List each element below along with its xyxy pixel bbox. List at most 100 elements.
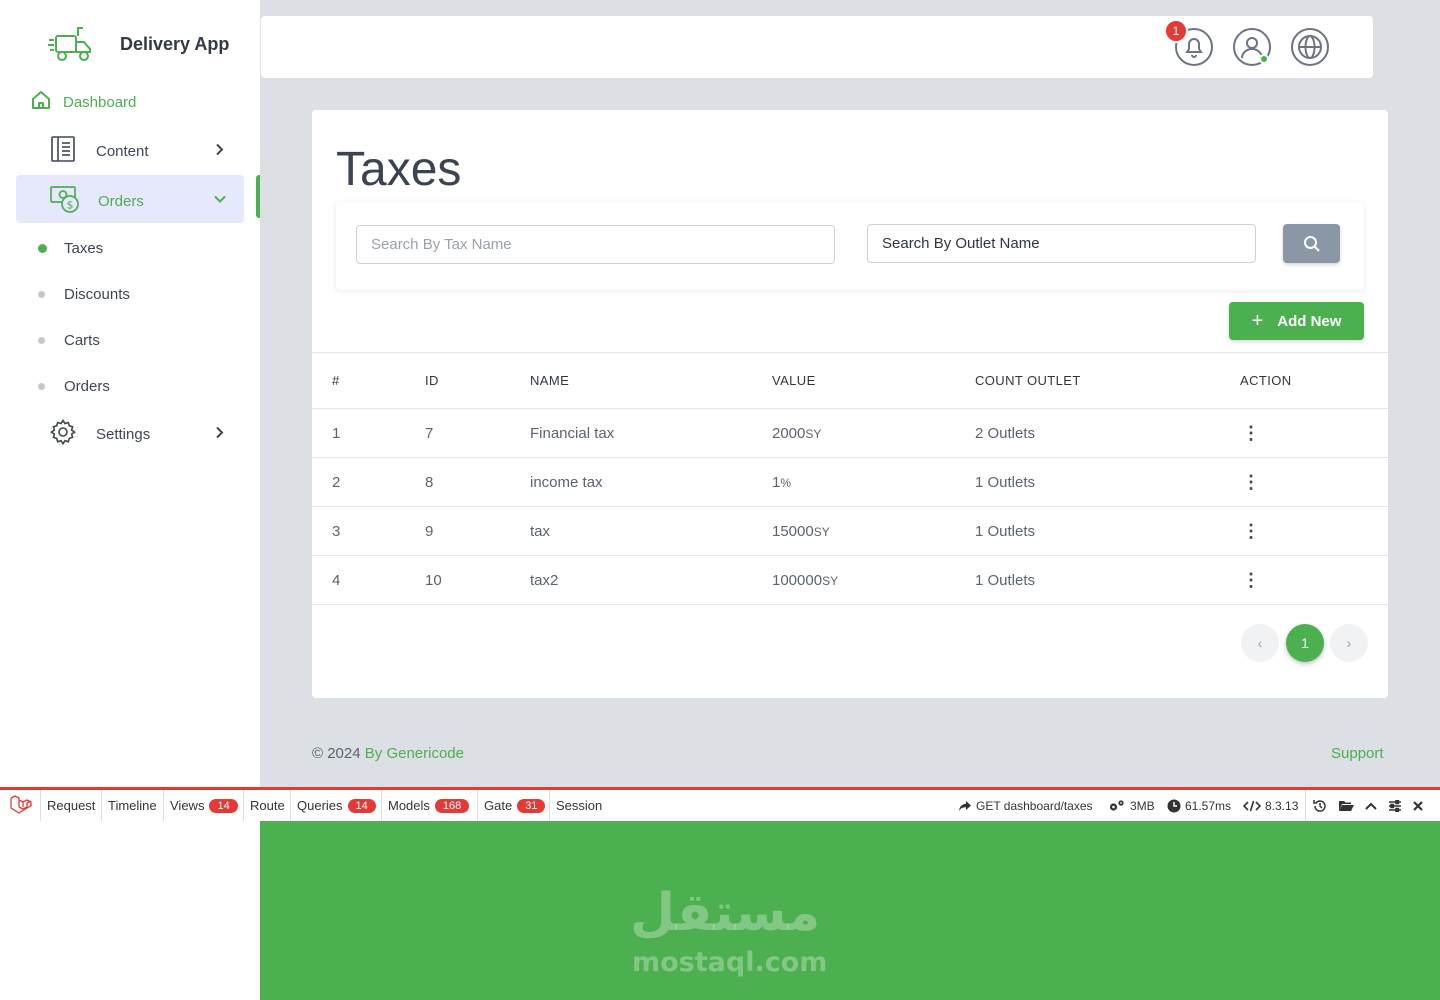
main-area: 1 Taxes Search By Tax Name Search By Out… [260, 0, 1440, 787]
pagination-page-button[interactable]: 1 [1286, 624, 1324, 662]
sidebar-item-content[interactable]: Content [50, 136, 230, 166]
document-icon [50, 136, 76, 166]
cell-name: income tax [530, 457, 772, 507]
cell-value: 1% [772, 457, 975, 507]
history-icon[interactable] [1312, 799, 1328, 813]
add-new-button[interactable]: + Add New [1229, 302, 1364, 340]
debug-tab-label: Session [556, 798, 603, 813]
sidebar-subitem-carts[interactable]: Carts [38, 332, 100, 349]
sidebar-subitem-label: Orders [64, 378, 110, 395]
sidebar-subitem-orders[interactable]: Orders [38, 378, 110, 395]
value-unit: SY [822, 573, 839, 588]
bottom-blank-area [0, 821, 260, 1000]
footer-copyright: © 2024 By Genericode [312, 745, 464, 762]
debug-php-text: 8.3.13 [1265, 798, 1299, 813]
cell-count-outlet: 2 Outlets [975, 408, 1240, 458]
sidebar: Delivery App Dashboard Content $ Orders … [0, 0, 261, 787]
code-icon [1243, 800, 1261, 811]
online-status-dot [1259, 54, 1269, 64]
debug-tab-queries[interactable]: Queries 14 [290, 790, 382, 821]
sidebar-item-label: Content [96, 142, 149, 160]
bullet-icon [38, 244, 47, 253]
search-filters [336, 202, 1364, 290]
table-header: # ID NAME VALUE COUNT OUTLET ACTION [312, 352, 1388, 409]
pagination-next-button[interactable]: › [1330, 624, 1368, 662]
cell-action: ⋮ [1240, 506, 1388, 556]
chevron-right-icon [214, 426, 224, 443]
debug-count-badge: 14 [347, 798, 376, 813]
debug-tab-gate[interactable]: Gate 31 [477, 790, 551, 821]
debug-count-badge: 31 [517, 798, 546, 813]
cell-index: 2 [312, 457, 425, 507]
chevron-up-icon[interactable] [1364, 800, 1378, 812]
author-link[interactable]: By Genericode [365, 745, 464, 762]
folder-open-icon[interactable] [1338, 799, 1354, 813]
value-unit: SY [805, 426, 822, 441]
brand-title: Delivery App [120, 34, 230, 54]
debug-tab-label: Route [250, 798, 285, 813]
more-vertical-icon[interactable]: ⋮ [1242, 522, 1260, 540]
sidebar-subitem-taxes[interactable]: Taxes [38, 240, 103, 257]
value-number: 100000 [772, 571, 823, 589]
watermark-arabic: مستقل [630, 883, 821, 943]
cell-count-outlet: 1 Outlets [975, 457, 1240, 507]
debug-tab-label: Views [170, 798, 205, 813]
support-link[interactable]: Support [1331, 745, 1384, 762]
debug-tab-timeline[interactable]: Timeline [101, 790, 163, 821]
value-unit: % [780, 475, 792, 490]
search-button[interactable] [1283, 224, 1340, 263]
cell-action: ⋮ [1240, 555, 1388, 605]
chevron-down-icon [214, 191, 226, 208]
sidebar-item-orders[interactable]: $ Orders [16, 175, 244, 223]
close-icon[interactable] [1412, 800, 1424, 812]
debug-tab-session[interactable]: Session [549, 790, 608, 821]
search-outlet-name-input[interactable] [867, 224, 1256, 263]
value-number: 15000 [772, 522, 814, 540]
more-vertical-icon[interactable]: ⋮ [1242, 571, 1260, 589]
column-header: VALUE [772, 352, 975, 409]
debug-tab-request[interactable]: Request [40, 790, 101, 821]
globe-icon [1291, 28, 1329, 66]
debug-tab-views[interactable]: Views 14 [163, 790, 244, 821]
sidebar-item-dashboard[interactable]: Dashboard [31, 90, 136, 114]
column-header: NAME [530, 352, 772, 409]
table-row: 3 9 tax 15000SY 1 Outlets ⋮ [312, 506, 1388, 556]
column-header: # [312, 352, 425, 409]
table-row: 1 7 Financial tax 2000SY 2 Outlets ⋮ [312, 408, 1388, 458]
notifications-button[interactable]: 1 [1164, 19, 1214, 67]
money-icon: $ [50, 184, 80, 218]
sidebar-item-settings[interactable]: Settings [49, 419, 230, 449]
bullet-icon [38, 383, 45, 390]
brand[interactable]: Delivery App [48, 22, 229, 69]
more-vertical-icon[interactable]: ⋮ [1242, 473, 1260, 491]
cell-id: 8 [425, 457, 530, 507]
pagination-prev-button[interactable]: ‹ [1241, 624, 1279, 662]
gear-icon [49, 419, 77, 449]
user-profile-button[interactable] [1232, 27, 1272, 67]
debug-count-badge: 168 [434, 798, 470, 813]
search-tax-name-input[interactable] [356, 225, 835, 264]
taxes-table: # ID NAME VALUE COUNT OUTLET ACTION 1 7 … [312, 352, 1388, 605]
laravel-logo-icon[interactable] [10, 795, 32, 818]
value-number: 2000 [772, 424, 806, 442]
more-vertical-icon[interactable]: ⋮ [1242, 424, 1260, 442]
language-button[interactable] [1290, 27, 1330, 67]
bullet-icon [38, 337, 45, 344]
sidebar-item-label: Settings [96, 425, 151, 443]
share-icon [959, 800, 971, 811]
cell-index: 1 [312, 408, 425, 458]
home-icon [31, 90, 51, 114]
watermark-latin: mostaql.com [632, 947, 828, 978]
sidebar-subitem-discounts[interactable]: Discounts [38, 286, 130, 303]
debug-tab-models[interactable]: Models 168 [381, 790, 475, 821]
add-new-label: Add New [1277, 312, 1342, 330]
cell-index: 3 [312, 506, 425, 556]
table-row: 2 8 income tax 1% 1 Outlets ⋮ [312, 457, 1388, 507]
debug-php-info: 8.3.13 [1243, 790, 1298, 821]
sliders-icon[interactable] [1388, 799, 1402, 812]
debug-memory-text: 3MB [1130, 798, 1155, 813]
search-icon [1303, 235, 1320, 252]
sidebar-subitem-label: Taxes [64, 240, 104, 257]
debug-tab-route[interactable]: Route [243, 790, 291, 821]
cell-count-outlet: 1 Outlets [975, 555, 1240, 605]
